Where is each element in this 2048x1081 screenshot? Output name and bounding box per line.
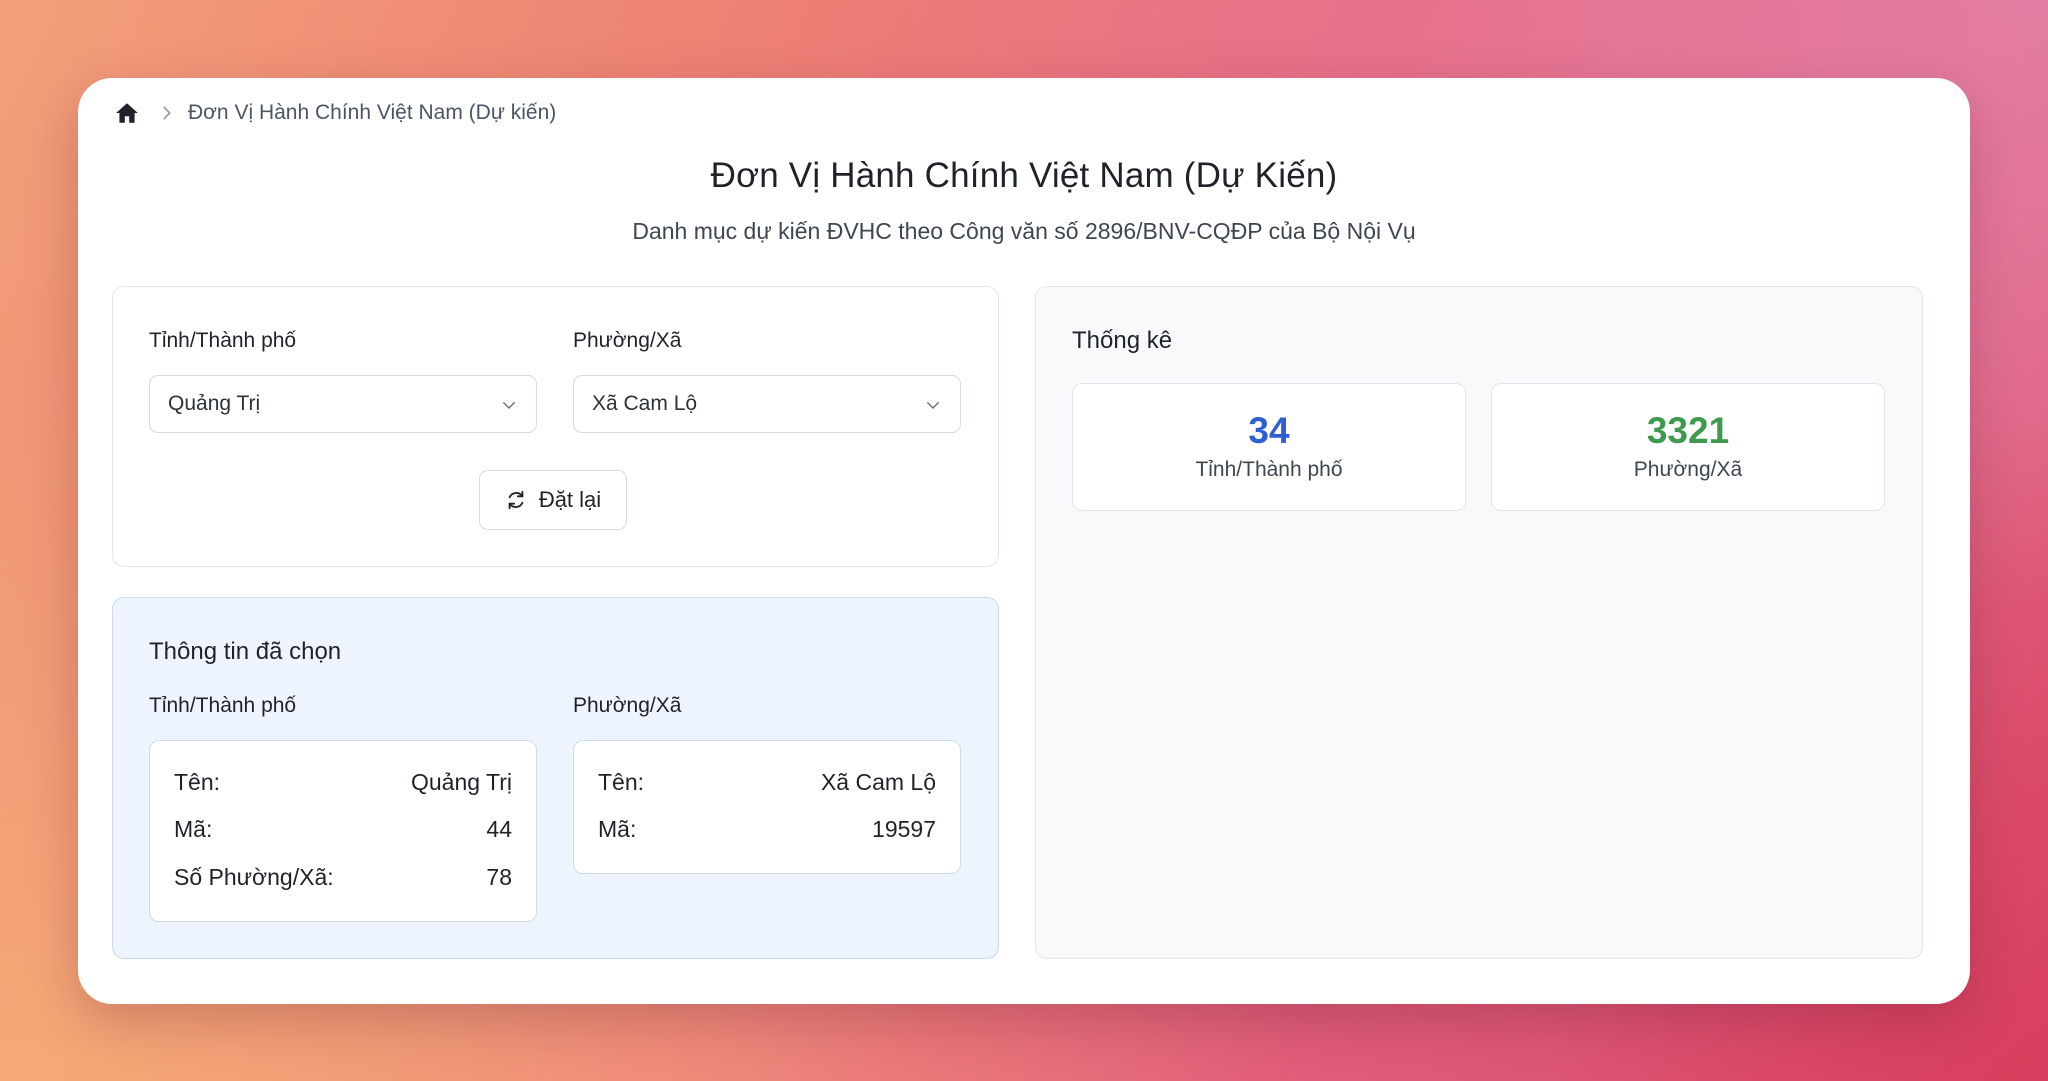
- stat-provinces-label: Tỉnh/Thành phố: [1195, 458, 1343, 481]
- province-select[interactable]: Quảng Trị: [149, 375, 537, 433]
- province-select-label: Tỉnh/Thành phố: [149, 329, 297, 352]
- province-ward-count-label: Số Phường/Xã:: [174, 864, 334, 890]
- stat-provinces-value: 34: [1248, 410, 1290, 451]
- province-name-row: Tên: Quảng Trị: [174, 769, 512, 796]
- chevron-right-icon: [156, 102, 178, 124]
- ward-select-value: Xã Cam Lộ: [592, 392, 698, 415]
- selected-ward-box: Tên: Xã Cam Lộ Mã: 19597: [573, 740, 961, 874]
- app-window: Đơn Vị Hành Chính Việt Nam (Dự kiến) Đơn…: [78, 78, 1970, 1004]
- province-name-value: Quảng Trị: [411, 769, 512, 795]
- province-code-row: Mã: 44: [174, 816, 512, 843]
- selected-province-box: Tên: Quảng Trị Mã: 44 Số Phường/Xã: 78: [149, 740, 537, 922]
- province-code-label: Mã:: [174, 816, 213, 842]
- province-name-label: Tên:: [174, 769, 221, 795]
- ward-code-row: Mã: 19597: [598, 816, 936, 843]
- stat-provinces: 34 Tỉnh/Thành phố: [1072, 383, 1466, 511]
- province-ward-count-row: Số Phường/Xã: 78: [174, 864, 512, 891]
- stats-card: Thống kê 34 Tỉnh/Thành phố 3321 Phường/X…: [1035, 286, 1923, 959]
- ward-name-label: Tên:: [598, 769, 645, 795]
- reset-button-label: Đặt lại: [538, 487, 602, 512]
- ward-select-label: Phường/Xã: [573, 329, 682, 352]
- ward-code-label: Mã:: [598, 816, 637, 842]
- stats-title: Thống kê: [1072, 327, 1173, 354]
- refresh-icon: [508, 490, 524, 510]
- ward-code-value: 19597: [872, 816, 936, 842]
- ward-name-row: Tên: Xã Cam Lộ: [598, 769, 936, 796]
- selected-info-card: Thông tin đã chọn Tỉnh/Thành phố Tên: Qu…: [112, 597, 999, 959]
- chevron-down-icon: [500, 396, 518, 414]
- province-ward-count-value: 78: [486, 864, 512, 890]
- stat-wards-label: Phường/Xã: [1633, 458, 1743, 481]
- page-subtitle: Danh mục dự kiến ĐVHC theo Công văn số 2…: [632, 218, 1416, 244]
- stat-wards-value: 3321: [1646, 410, 1730, 451]
- ward-name-value: Xã Cam Lộ: [820, 769, 936, 795]
- page-title: Đơn Vị Hành Chính Việt Nam (Dự Kiến): [710, 156, 1338, 195]
- province-select-value: Quảng Trị: [168, 392, 261, 415]
- stat-wards: 3321 Phường/Xã: [1491, 383, 1885, 511]
- selected-ward-heading: Phường/Xã: [573, 694, 682, 717]
- selected-info-title: Thông tin đã chọn: [149, 638, 342, 665]
- breadcrumb-current: Đơn Vị Hành Chính Việt Nam (Dự kiến): [188, 101, 557, 124]
- filter-card: Tỉnh/Thành phố Quảng Trị Phường/Xã Xã Ca…: [112, 286, 999, 567]
- province-code-value: 44: [486, 816, 512, 842]
- reset-button[interactable]: Đặt lại: [479, 470, 627, 530]
- home-icon[interactable]: [114, 100, 140, 126]
- ward-select[interactable]: Xã Cam Lộ: [573, 375, 961, 433]
- selected-province-heading: Tỉnh/Thành phố: [149, 694, 297, 717]
- chevron-down-icon: [924, 396, 942, 414]
- breadcrumb: Đơn Vị Hành Chính Việt Nam (Dự kiến): [114, 96, 556, 130]
